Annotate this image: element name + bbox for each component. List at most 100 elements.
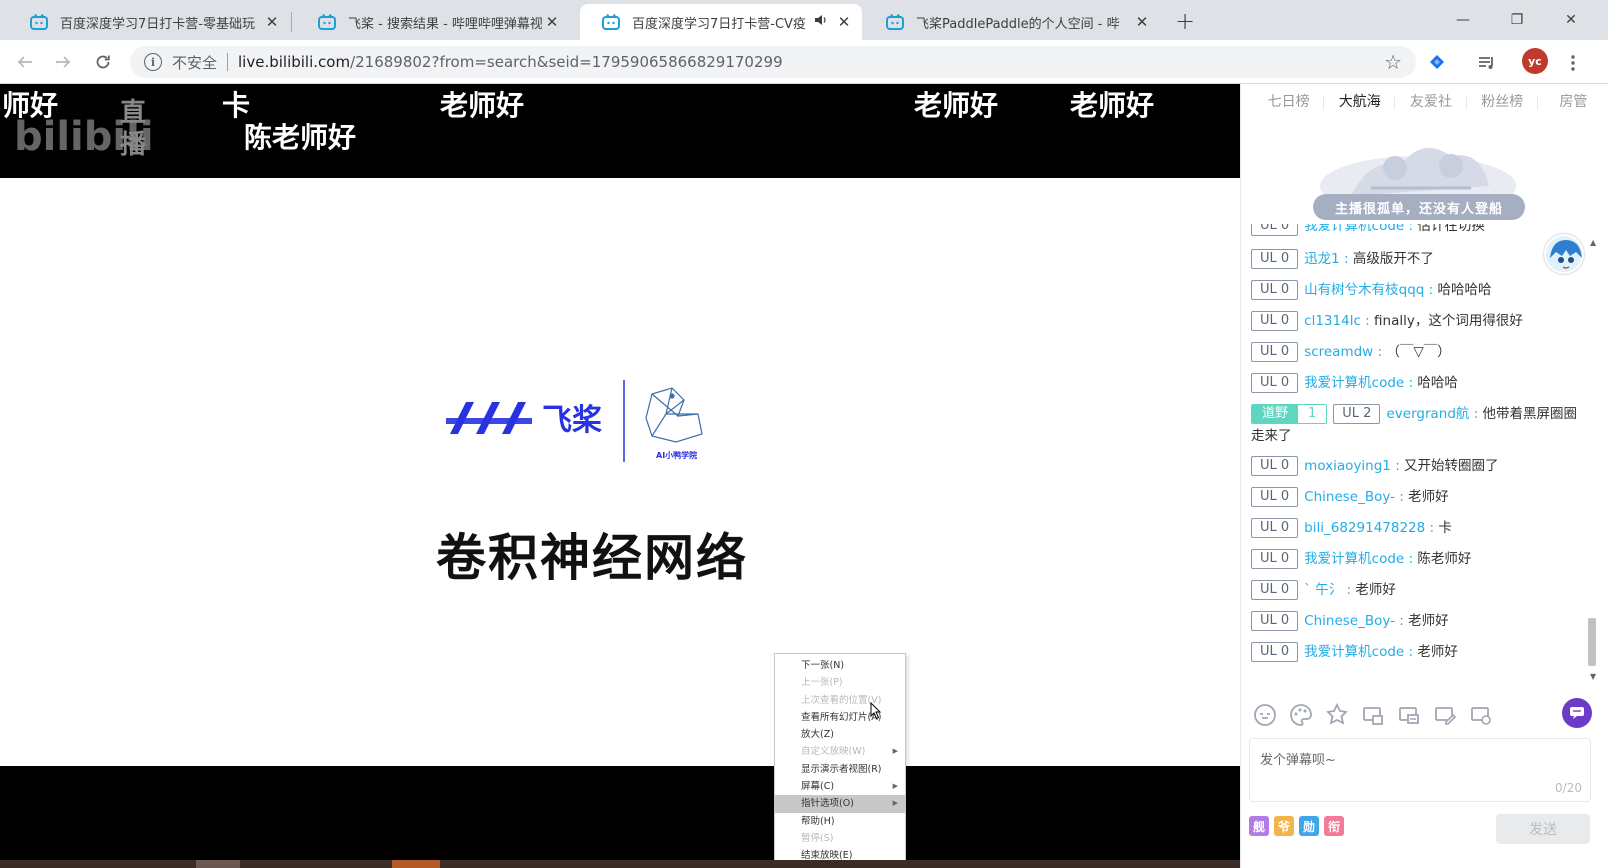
menu-item-presenter-view[interactable]: 显示演示者视图(R) (775, 761, 905, 778)
bookmark-star-icon[interactable]: ☆ (1384, 50, 1402, 74)
chat-username[interactable]: ˋ 午氵 (1304, 582, 1342, 598)
medal-badge[interactable]: 勋 (1299, 816, 1319, 836)
chat-username[interactable]: 我爱计算机code (1304, 375, 1404, 391)
settings-screen-icon[interactable] (1466, 700, 1496, 730)
reload-button[interactable] (90, 49, 116, 75)
danmaku-input[interactable]: 发个弹幕呗~ 0/20 (1249, 738, 1591, 802)
restore-button[interactable]: ❐ (1494, 6, 1540, 34)
tab-seven-day-rank[interactable]: 七日榜 (1253, 84, 1325, 120)
menu-item-next[interactable]: 下一张(N) (775, 657, 905, 674)
scroll-down-arrow-icon[interactable]: ▼ (1590, 672, 1596, 681)
browser-menu-icon[interactable] (1560, 50, 1586, 76)
chat-history-list: UL 0 我爱计算机code : 估计在切换 UL 0 迅龙1 : 高级版开不了 U… (1251, 224, 1591, 764)
chat-message[interactable]: 道野 1 UL 2 evergrand航 : 他带着黑屏圈圈走来了 (1251, 403, 1581, 447)
chat-username[interactable]: 迅龙1 (1304, 251, 1340, 267)
browser-tab-1[interactable]: 百度深度学习7日打卡营-零基础玩 ✕ (8, 4, 290, 40)
chat-colon: : (1395, 613, 1409, 629)
palette-icon[interactable] (1286, 700, 1316, 730)
chat-message[interactable]: UL 0 我爱计算机code : 哈哈哈 (1251, 372, 1581, 394)
chat-message[interactable]: UL 0 我爱计算机code : 估计在切换 (1251, 224, 1581, 237)
back-button[interactable] (12, 49, 38, 75)
chat-toolbar (1250, 700, 1496, 730)
window-close-button[interactable]: ✕ (1548, 6, 1594, 34)
message-center-icon[interactable] (1562, 698, 1592, 728)
chat-username[interactable]: cl1314lc (1304, 313, 1361, 329)
chat-username[interactable]: 我爱计算机code (1304, 224, 1404, 234)
tab-captain-guard[interactable]: 大航海 (1324, 84, 1396, 120)
tab-title: 飞桨 - 搜索结果 - 哔哩哔哩弹幕视 (348, 16, 542, 32)
send-button[interactable]: 发送 (1496, 814, 1590, 844)
tab-close-icon[interactable]: ✕ (1132, 12, 1152, 32)
forward-button[interactable] (50, 49, 76, 75)
menu-item-see-all-slides[interactable]: 查看所有幻灯片(A) (775, 709, 905, 726)
rank-tabs: 七日榜 大航海 友爱社 粉丝榜 房管 (1241, 84, 1608, 120)
window-mode-icon[interactable] (1394, 700, 1424, 730)
chat-message[interactable]: UL 0 screamdw : （￣▽￣） (1251, 341, 1581, 363)
tab-room-admins[interactable]: 房管 (1538, 84, 1608, 120)
chat-message[interactable]: UL 0 我爱计算机code : 老师好 (1251, 641, 1581, 663)
minimize-button[interactable]: — (1440, 6, 1486, 34)
chat-message[interactable]: UL 0 我爱计算机code : 陈老师好 (1251, 548, 1581, 570)
scroll-up-arrow-icon[interactable]: ▲ (1590, 238, 1596, 247)
captain-badge[interactable]: 舰 (1249, 816, 1269, 836)
chat-username[interactable]: moxiaoying1 (1304, 458, 1391, 474)
user-level-badge: UL 0 (1251, 580, 1299, 600)
floating-mascot-avatar[interactable] (1544, 234, 1584, 274)
user-level-badge: UL 0 (1251, 549, 1299, 569)
extension-icon[interactable] (1424, 50, 1450, 76)
paddle-logo: 飞桨 AI小鸭学院 (446, 374, 716, 462)
lord-badge[interactable]: 爷 (1274, 816, 1294, 836)
browser-tab-3-active[interactable]: 百度深度学习7日打卡营-CV疫 ✕ (580, 4, 862, 40)
browser-tab-2[interactable]: 飞桨 - 搜索结果 - 哔哩哔哩弹幕视 ✕ (296, 4, 570, 40)
chat-username[interactable]: 山有树兮木有枝qqq (1304, 282, 1424, 298)
chat-message[interactable]: UL 0 bili_68291478228 : 卡 (1251, 517, 1581, 539)
tab-fan-club[interactable]: 友爱社 (1395, 84, 1467, 120)
live-video-player[interactable]: bilibili 直 播 师好 卡 老师好 陈老师好 老师好 老师好 飞桨 AI… (0, 84, 1240, 868)
menu-item-pointer-options[interactable]: 指针选项(O) ▶ (775, 795, 905, 813)
menu-item-help[interactable]: 帮助(H) (775, 813, 905, 830)
chat-message[interactable]: UL 0 cl1314lc : finally，这个词用得很好 (1251, 310, 1581, 332)
fan-medal[interactable]: 道野 1 (1251, 404, 1328, 424)
chat-username[interactable]: screamdw (1304, 344, 1373, 360)
title-badge[interactable]: 衔 (1324, 816, 1344, 836)
chat-username[interactable]: 我爱计算机code (1304, 644, 1404, 660)
tab-close-icon[interactable]: ✕ (834, 12, 854, 32)
chat-message[interactable]: UL 0 山有树兮木有枝qqq : 哈哈哈哈 (1251, 279, 1581, 301)
tab-fan-rank[interactable]: 粉丝榜 (1467, 84, 1539, 120)
chat-message[interactable]: UL 0 moxiaoying1 : 又开始转圈圈了 (1251, 455, 1581, 477)
menu-item-last-viewed[interactable]: 上次查看的位置(V) (775, 692, 905, 709)
chat-username[interactable]: bili_68291478228 (1304, 520, 1425, 536)
tab-close-icon[interactable]: ✕ (262, 12, 282, 32)
media-control-icon[interactable] (1474, 50, 1500, 76)
emoticon-icon[interactable] (1250, 700, 1280, 730)
chat-username[interactable]: evergrand航 (1386, 406, 1469, 422)
edit-screen-icon[interactable] (1430, 700, 1460, 730)
screen-capture-icon[interactable] (1358, 700, 1388, 730)
profile-avatar[interactable]: yc (1522, 48, 1548, 74)
chat-message[interactable]: UL 0 Chinese_Boy- : 老师好 (1251, 610, 1581, 632)
chat-username[interactable]: Chinese_Boy- (1304, 489, 1395, 505)
gift-badge-icon[interactable] (1322, 700, 1352, 730)
menu-item-label: 屏幕(C) (801, 781, 835, 793)
menu-item-previous[interactable]: 上一张(P) (775, 674, 905, 691)
security-label[interactable]: 不安全 (172, 52, 217, 73)
user-level-badge: UL 0 (1251, 280, 1299, 300)
chat-message[interactable]: UL 0 迅龙1 : 高级版开不了 (1251, 248, 1581, 270)
tab-close-icon[interactable]: ✕ (542, 12, 562, 32)
chat-username[interactable]: Chinese_Boy- (1304, 613, 1395, 629)
new-tab-button[interactable]: + (1172, 7, 1198, 35)
site-info-icon[interactable]: i (144, 53, 162, 71)
menu-item-screen[interactable]: 屏幕(C) ▶ (775, 778, 905, 795)
speaker-icon[interactable] (814, 14, 828, 30)
chat-message[interactable]: UL 0 Chinese_Boy- : 老师好 (1251, 486, 1581, 508)
chat-scrollbar-thumb[interactable] (1588, 618, 1596, 666)
menu-item-custom-show[interactable]: 自定义放映(W) ▶ (775, 743, 905, 760)
chat-text: 老师好 (1408, 613, 1449, 629)
menu-item-pause[interactable]: 暂停(S) (775, 830, 905, 847)
danmaku-comment: 师好 (2, 89, 59, 122)
chat-message[interactable]: UL 0 ˋ 午氵 : 老师好 (1251, 579, 1581, 601)
chat-username[interactable]: 我爱计算机code (1304, 551, 1404, 567)
menu-item-zoom[interactable]: 放大(Z) (775, 726, 905, 743)
browser-tab-4[interactable]: 飞桨PaddlePaddle的个人空间 - 哔 ✕ (864, 4, 1160, 40)
address-bar[interactable]: i 不安全 live.bilibili.com/21689802?from=se… (130, 46, 1416, 78)
